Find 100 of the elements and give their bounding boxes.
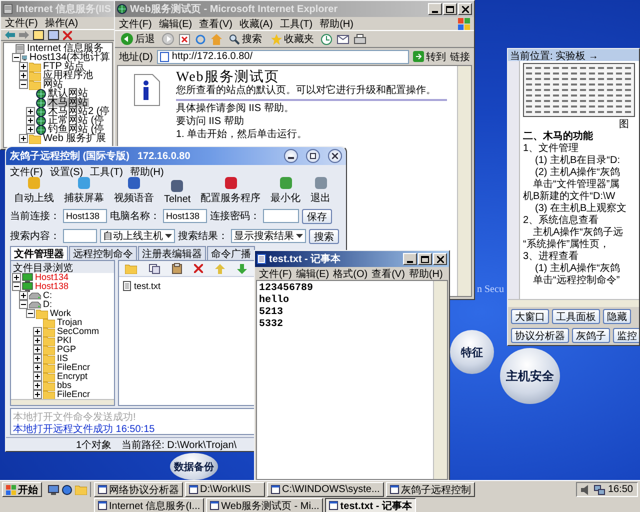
tab[interactable]: 注册表编辑器 <box>138 246 206 260</box>
maximize-button[interactable] <box>306 149 320 163</box>
vertical-scrollbar[interactable] <box>433 281 447 479</box>
menu-item[interactable]: 文件(F) <box>259 266 292 280</box>
tree-item[interactable]: 应用程序池 <box>42 71 94 80</box>
paste-icon[interactable] <box>172 263 182 274</box>
copy-icon[interactable] <box>149 264 160 274</box>
menu-item[interactable]: 帮助(H) <box>130 164 164 178</box>
expand-toggle[interactable] <box>26 125 35 134</box>
taskbar-button[interactable]: 灰鸽子远程控制 <box>386 482 475 497</box>
expand-toggle[interactable] <box>19 134 28 143</box>
tree-item[interactable]: D: <box>42 300 53 309</box>
address-field[interactable]: http://172.16.0.80/ <box>156 50 409 64</box>
search-button[interactable]: 搜索 <box>309 228 339 244</box>
toolbar-button[interactable]: 退出 <box>310 176 331 205</box>
taskbar-button[interactable]: test.txt - 记事本 <box>325 498 416 512</box>
tree-item[interactable]: Trojan <box>56 318 84 327</box>
save-button[interactable]: 保存 <box>302 208 332 224</box>
taskbar-button[interactable]: Web服务测试页 - Mi... <box>206 498 324 512</box>
tree-item[interactable]: Work <box>49 309 72 318</box>
vertical-scrollbar[interactable] <box>457 66 471 296</box>
tree-item[interactable]: C: <box>42 291 53 300</box>
expand-toggle[interactable] <box>33 354 42 363</box>
panel-button[interactable]: 大窗口 <box>511 309 549 324</box>
speaker-icon[interactable] <box>580 484 591 494</box>
panel-button[interactable]: 监控 <box>613 328 639 343</box>
panel-button[interactable]: 灰鸽子 <box>572 328 610 343</box>
tree-item[interactable]: 网站 <box>42 80 64 89</box>
expand-toggle[interactable] <box>19 80 28 89</box>
menu-item[interactable]: 文件(F) <box>10 164 43 178</box>
network-icon[interactable] <box>594 484 605 494</box>
expand-toggle[interactable] <box>33 345 42 354</box>
text-field[interactable]: Host138 <box>63 209 107 223</box>
taskbar-button[interactable]: C:\WINDOWS\syste... <box>267 482 384 497</box>
stop-icon[interactable] <box>179 34 190 44</box>
expand-toggle[interactable] <box>33 363 42 372</box>
toolbar-button[interactable]: 配置服务程序 <box>200 176 261 205</box>
tree-item[interactable]: Internet 信息服务 <box>26 44 105 53</box>
tree-item[interactable]: 钓鱼网站 (停 <box>47 125 106 134</box>
taskbar-button[interactable]: Internet 信息服务(I... <box>94 498 204 512</box>
menu-item[interactable]: 文件(F) <box>5 16 38 30</box>
menu-item[interactable]: 编辑(E) <box>158 16 192 30</box>
expand-toggle[interactable] <box>26 116 35 125</box>
monitor-icon[interactable] <box>48 484 59 494</box>
dropdown[interactable]: 显示搜索结果 <box>231 229 306 243</box>
dropdown[interactable]: 自动上线主机 <box>100 229 175 243</box>
menu-item[interactable]: 帮助(H) <box>320 16 354 30</box>
download-icon[interactable] <box>237 264 247 274</box>
tree-item[interactable]: Host134(本地计算 <box>28 53 111 62</box>
expand-toggle[interactable] <box>19 300 28 309</box>
tree-item[interactable]: 默认网站 <box>47 89 89 98</box>
delete-icon[interactable] <box>63 30 72 40</box>
menu-item[interactable]: 工具(T) <box>280 16 313 30</box>
tree-item[interactable]: PKI <box>56 336 73 345</box>
tab[interactable]: 远程控制命令 <box>69 246 137 260</box>
horizontal-scrollbar[interactable] <box>508 299 639 307</box>
print-icon[interactable] <box>354 34 366 44</box>
favorites-button[interactable]: 收藏夹 <box>269 31 316 47</box>
tree-item[interactable]: PGP <box>56 345 78 354</box>
back-button[interactable]: 后退 <box>119 31 157 47</box>
menu-item[interactable]: 查看(V) <box>372 266 405 280</box>
tree-item[interactable]: 木马网站2 (停 <box>47 107 111 116</box>
expand-toggle[interactable] <box>19 71 28 80</box>
menu-item[interactable]: 工具(T) <box>90 164 123 178</box>
tree-item[interactable]: Web 服务扩展 <box>42 134 108 143</box>
tree-item[interactable]: Host134 <box>34 273 70 282</box>
minimize-button[interactable] <box>284 149 298 163</box>
links-label[interactable]: 链接 <box>450 50 470 64</box>
toolbar-button[interactable]: 捕获屏幕 <box>64 176 104 205</box>
tree-item[interactable]: FileEncr <box>56 390 92 399</box>
search-field[interactable] <box>63 229 97 243</box>
panel-button[interactable]: 协议分析器 <box>511 328 569 343</box>
go-button[interactable]: 转到 <box>413 50 446 64</box>
toolbar-button[interactable]: 自动上线 <box>14 176 54 205</box>
file-item[interactable]: test.txt <box>123 281 161 291</box>
folder-view-icon[interactable] <box>33 30 44 40</box>
expand-toggle[interactable] <box>19 62 28 71</box>
toolbar-button[interactable]: 视频语音 <box>114 176 154 205</box>
menu-item[interactable]: 帮助(H) <box>408 266 443 280</box>
menu-item[interactable]: 操作(A) <box>44 16 78 30</box>
tree-item[interactable]: SecComm <box>56 327 100 336</box>
expand-toggle[interactable] <box>33 381 42 390</box>
panel-button[interactable]: 隐藏 <box>603 309 631 324</box>
search-button[interactable]: 搜索 <box>227 31 264 47</box>
expand-toggle[interactable] <box>12 282 21 291</box>
expand-toggle[interactable] <box>12 273 21 282</box>
back-arrow-icon[interactable] <box>5 31 15 39</box>
taskbar-button[interactable]: D:\Work\IIS <box>185 482 265 497</box>
sphere-button[interactable]: 主机安全 <box>500 348 560 404</box>
expand-toggle[interactable] <box>12 53 21 62</box>
tab[interactable]: 命令广播 <box>207 246 255 260</box>
toolbar-button[interactable]: 最小化 <box>270 176 301 205</box>
menu-item[interactable]: 编辑(E) <box>296 266 330 280</box>
globe-icon[interactable] <box>62 484 72 494</box>
expand-toggle[interactable] <box>26 107 35 116</box>
expand-toggle[interactable] <box>33 336 42 345</box>
expand-toggle[interactable] <box>26 309 35 318</box>
tree-item[interactable]: bbs <box>56 381 73 390</box>
expand-toggle[interactable] <box>33 327 42 336</box>
menu-item[interactable]: 收藏(A) <box>239 16 273 30</box>
